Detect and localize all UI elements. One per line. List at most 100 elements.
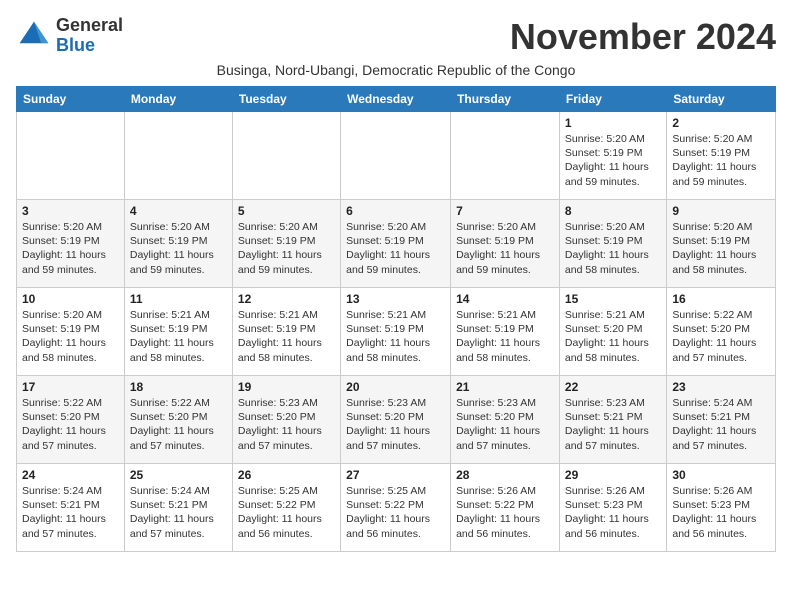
day-number: 23 (672, 380, 770, 394)
day-number: 29 (565, 468, 661, 482)
weekday-header-sunday: Sunday (17, 87, 125, 112)
day-number: 11 (130, 292, 227, 306)
day-info: Sunrise: 5:23 AM Sunset: 5:20 PM Dayligh… (238, 396, 335, 453)
day-cell: 13 Sunrise: 5:21 AM Sunset: 5:19 PM Dayli… (341, 288, 451, 376)
day-info: Sunrise: 5:22 AM Sunset: 5:20 PM Dayligh… (22, 396, 119, 453)
day-cell: 20 Sunrise: 5:23 AM Sunset: 5:20 PM Dayli… (341, 376, 451, 464)
day-cell: 5 Sunrise: 5:20 AM Sunset: 5:19 PM Daylig… (232, 200, 340, 288)
day-cell: 4 Sunrise: 5:20 AM Sunset: 5:19 PM Daylig… (124, 200, 232, 288)
day-cell: 19 Sunrise: 5:23 AM Sunset: 5:20 PM Dayli… (232, 376, 340, 464)
day-cell: 29 Sunrise: 5:26 AM Sunset: 5:23 PM Dayli… (559, 464, 666, 552)
day-cell: 16 Sunrise: 5:22 AM Sunset: 5:20 PM Dayli… (667, 288, 776, 376)
month-title: November 2024 (510, 16, 776, 58)
day-number: 4 (130, 204, 227, 218)
day-info: Sunrise: 5:26 AM Sunset: 5:22 PM Dayligh… (456, 484, 554, 541)
day-number: 5 (238, 204, 335, 218)
day-number: 20 (346, 380, 445, 394)
day-info: Sunrise: 5:20 AM Sunset: 5:19 PM Dayligh… (130, 220, 227, 277)
day-number: 2 (672, 116, 770, 130)
day-cell: 10 Sunrise: 5:20 AM Sunset: 5:19 PM Dayli… (17, 288, 125, 376)
day-number: 16 (672, 292, 770, 306)
day-cell: 6Sunrise: 5:20 AM Sunset: 5:19 PM Daylig… (341, 200, 451, 288)
day-info: Sunrise: 5:20 AM Sunset: 5:19 PM Dayligh… (346, 220, 445, 277)
weekday-header-saturday: Saturday (667, 87, 776, 112)
day-info: Sunrise: 5:25 AM Sunset: 5:22 PM Dayligh… (346, 484, 445, 541)
day-number: 18 (130, 380, 227, 394)
day-info: Sunrise: 5:20 AM Sunset: 5:19 PM Dayligh… (22, 220, 119, 277)
day-number: 22 (565, 380, 661, 394)
day-cell: 26 Sunrise: 5:25 AM Sunset: 5:22 PM Dayli… (232, 464, 340, 552)
day-cell: 28 Sunrise: 5:26 AM Sunset: 5:22 PM Dayli… (451, 464, 560, 552)
day-cell: 3 Sunrise: 5:20 AM Sunset: 5:19 PM Daylig… (17, 200, 125, 288)
day-cell: 22 Sunrise: 5:23 AM Sunset: 5:21 PM Dayli… (559, 376, 666, 464)
day-cell: 14 Sunrise: 5:21 AM Sunset: 5:19 PM Dayli… (451, 288, 560, 376)
day-cell: 8Sunrise: 5:20 AM Sunset: 5:19 PM Daylig… (559, 200, 666, 288)
day-number: 12 (238, 292, 335, 306)
day-cell: 27 Sunrise: 5:25 AM Sunset: 5:22 PM Dayli… (341, 464, 451, 552)
day-info: Sunrise: 5:23 AM Sunset: 5:21 PM Dayligh… (565, 396, 661, 453)
day-info: Sunrise: 5:26 AM Sunset: 5:23 PM Dayligh… (565, 484, 661, 541)
day-info: Sunrise: 5:20 AM Sunset: 5:19 PM Dayligh… (456, 220, 554, 277)
day-number: 3 (22, 204, 119, 218)
day-info: Sunrise: 5:20 AM Sunset: 5:19 PM Dayligh… (22, 308, 119, 365)
day-number: 10 (22, 292, 119, 306)
weekday-header-row: SundayMondayTuesdayWednesdayThursdayFrid… (17, 87, 776, 112)
day-cell (124, 112, 232, 200)
day-cell (451, 112, 560, 200)
day-cell (232, 112, 340, 200)
day-cell: 1 Sunrise: 5:20 AM Sunset: 5:19 PM Daylig… (559, 112, 666, 200)
day-info: Sunrise: 5:21 AM Sunset: 5:20 PM Dayligh… (565, 308, 661, 365)
day-info: Sunrise: 5:24 AM Sunset: 5:21 PM Dayligh… (130, 484, 227, 541)
week-row-1: 1 Sunrise: 5:20 AM Sunset: 5:19 PM Daylig… (17, 112, 776, 200)
day-info: Sunrise: 5:23 AM Sunset: 5:20 PM Dayligh… (346, 396, 445, 453)
day-number: 14 (456, 292, 554, 306)
day-info: Sunrise: 5:22 AM Sunset: 5:20 PM Dayligh… (672, 308, 770, 365)
day-number: 25 (130, 468, 227, 482)
day-cell: 2Sunrise: 5:20 AM Sunset: 5:19 PM Daylig… (667, 112, 776, 200)
day-info: Sunrise: 5:21 AM Sunset: 5:19 PM Dayligh… (346, 308, 445, 365)
day-cell: 18 Sunrise: 5:22 AM Sunset: 5:20 PM Dayli… (124, 376, 232, 464)
day-number: 19 (238, 380, 335, 394)
calendar-table: SundayMondayTuesdayWednesdayThursdayFrid… (16, 86, 776, 552)
day-cell (17, 112, 125, 200)
day-info: Sunrise: 5:21 AM Sunset: 5:19 PM Dayligh… (130, 308, 227, 365)
day-number: 30 (672, 468, 770, 482)
page-header: General Blue November 2024 (16, 16, 776, 58)
day-cell: 23Sunrise: 5:24 AM Sunset: 5:21 PM Dayli… (667, 376, 776, 464)
day-info: Sunrise: 5:26 AM Sunset: 5:23 PM Dayligh… (672, 484, 770, 541)
day-number: 28 (456, 468, 554, 482)
day-cell: 15 Sunrise: 5:21 AM Sunset: 5:20 PM Dayli… (559, 288, 666, 376)
calendar-subtitle: Businga, Nord-Ubangi, Democratic Republi… (16, 62, 776, 78)
day-info: Sunrise: 5:24 AM Sunset: 5:21 PM Dayligh… (22, 484, 119, 541)
day-cell (341, 112, 451, 200)
day-cell: 12Sunrise: 5:21 AM Sunset: 5:19 PM Dayli… (232, 288, 340, 376)
day-info: Sunrise: 5:20 AM Sunset: 5:19 PM Dayligh… (238, 220, 335, 277)
day-number: 27 (346, 468, 445, 482)
day-number: 1 (565, 116, 661, 130)
week-row-2: 3 Sunrise: 5:20 AM Sunset: 5:19 PM Daylig… (17, 200, 776, 288)
day-info: Sunrise: 5:22 AM Sunset: 5:20 PM Dayligh… (130, 396, 227, 453)
weekday-header-friday: Friday (559, 87, 666, 112)
day-info: Sunrise: 5:21 AM Sunset: 5:19 PM Dayligh… (456, 308, 554, 365)
logo: General Blue (16, 16, 123, 56)
day-number: 24 (22, 468, 119, 482)
day-number: 13 (346, 292, 445, 306)
day-cell: 24 Sunrise: 5:24 AM Sunset: 5:21 PM Dayli… (17, 464, 125, 552)
day-cell: 21 Sunrise: 5:23 AM Sunset: 5:20 PM Dayli… (451, 376, 560, 464)
day-number: 26 (238, 468, 335, 482)
week-row-5: 24 Sunrise: 5:24 AM Sunset: 5:21 PM Dayli… (17, 464, 776, 552)
week-row-3: 10 Sunrise: 5:20 AM Sunset: 5:19 PM Dayli… (17, 288, 776, 376)
day-info: Sunrise: 5:25 AM Sunset: 5:22 PM Dayligh… (238, 484, 335, 541)
day-cell: 9Sunrise: 5:20 AM Sunset: 5:19 PM Daylig… (667, 200, 776, 288)
day-info: Sunrise: 5:23 AM Sunset: 5:20 PM Dayligh… (456, 396, 554, 453)
day-number: 8 (565, 204, 661, 218)
day-cell: 17 Sunrise: 5:22 AM Sunset: 5:20 PM Dayli… (17, 376, 125, 464)
logo-icon (16, 18, 52, 54)
day-info: Sunrise: 5:20 AM Sunset: 5:19 PM Dayligh… (565, 132, 661, 189)
day-cell: 11 Sunrise: 5:21 AM Sunset: 5:19 PM Dayli… (124, 288, 232, 376)
day-cell: 30 Sunrise: 5:26 AM Sunset: 5:23 PM Dayli… (667, 464, 776, 552)
day-number: 15 (565, 292, 661, 306)
day-number: 9 (672, 204, 770, 218)
day-number: 17 (22, 380, 119, 394)
day-number: 21 (456, 380, 554, 394)
